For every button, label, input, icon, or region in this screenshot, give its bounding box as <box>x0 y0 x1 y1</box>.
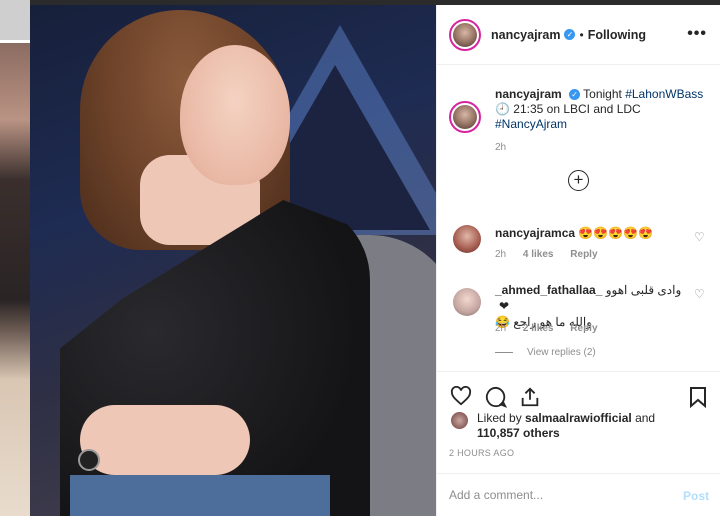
commenter-avatar[interactable] <box>453 288 481 316</box>
post-modal: nancyajram ✓ • Following ••• nancyajram … <box>30 5 720 516</box>
likes-count[interactable]: 110,857 others <box>477 426 560 440</box>
add-comment-section: Post <box>437 473 720 516</box>
load-more-comments-button[interactable]: + <box>568 170 589 191</box>
comment-input[interactable] <box>449 486 659 504</box>
separator-dot: • <box>579 27 584 42</box>
hashtag-link[interactable]: #LahonWBass <box>625 87 703 101</box>
post-timestamp[interactable]: 2 HOURS AGO <box>449 448 514 458</box>
like-heart-icon[interactable] <box>450 385 472 411</box>
bookmark-icon[interactable] <box>689 386 707 413</box>
reply-button[interactable]: Reply <box>570 323 597 334</box>
caption: nancyajram ✓ Tonight #LahonWBass 🕘 21:35… <box>449 87 714 133</box>
liker-avatar[interactable] <box>451 412 468 429</box>
caption-text-middle: 🕘 21:35 on LBCI and LDC <box>495 102 641 116</box>
author-avatar[interactable] <box>449 18 481 51</box>
verified-icon: ✓ <box>564 29 576 40</box>
comment-text: 😍😍😍😍😍 <box>578 226 654 240</box>
hashtag-link[interactable]: #NancyAjram <box>495 117 567 131</box>
caption-avatar[interactable] <box>449 101 481 133</box>
commenter-username[interactable]: _ahmed_fathallaa_ <box>495 283 602 297</box>
comment-time[interactable]: 2h <box>495 323 506 334</box>
comment-meta: 2h 4 likes Reply <box>495 249 612 260</box>
caption-text-start: Tonight <box>583 87 626 101</box>
author-username[interactable]: nancyajram <box>491 28 560 42</box>
verified-icon: ✓ <box>569 89 581 101</box>
comment-meta: 2h 2 likes Reply <box>495 323 612 334</box>
post-sidebar: nancyajram ✓ • Following ••• nancyajram … <box>436 5 720 516</box>
like-comment-heart-icon[interactable]: ♡ <box>694 288 706 300</box>
liker-username[interactable]: salmaalrawiofficial <box>525 411 632 425</box>
share-icon[interactable] <box>519 386 541 413</box>
comment-likes[interactable]: 2 likes <box>523 323 554 334</box>
reply-button[interactable]: Reply <box>570 249 597 260</box>
caption-username[interactable]: nancyajram <box>495 87 562 101</box>
commenter-avatar[interactable] <box>453 225 481 253</box>
comment-bubble-icon[interactable] <box>485 386 508 413</box>
comment-time[interactable]: 2h <box>495 249 506 260</box>
view-replies-button[interactable]: View replies (2) <box>495 347 596 358</box>
comment-likes[interactable]: 4 likes <box>523 249 554 260</box>
like-comment-heart-icon[interactable]: ♡ <box>694 231 706 243</box>
post-comment-button[interactable]: Post <box>683 489 709 503</box>
liked-and: and <box>631 411 656 425</box>
more-options-icon[interactable]: ••• <box>687 25 707 43</box>
post-image[interactable] <box>30 5 436 516</box>
commenter-username[interactable]: nancyajramca <box>495 226 575 240</box>
liked-prefix: Liked by <box>477 411 526 425</box>
post-header: nancyajram ✓ • Following ••• <box>437 5 720 65</box>
likes-summary: Liked by salmaalrawiofficial and 110,857… <box>449 411 719 441</box>
background-page <box>0 0 30 516</box>
following-button[interactable]: Following <box>588 28 646 42</box>
caption-time[interactable]: 2h <box>495 142 506 153</box>
view-replies-label: View replies (2) <box>527 347 596 358</box>
